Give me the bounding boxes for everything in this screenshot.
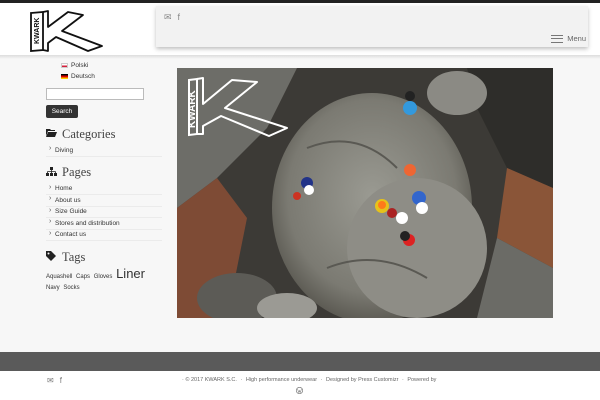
poland-flag-icon xyxy=(61,63,68,68)
sitemap-icon xyxy=(46,166,57,179)
tag-icon xyxy=(46,250,56,264)
hamburger-icon xyxy=(551,34,564,43)
footer-sep: · xyxy=(240,377,243,383)
folder-open-icon xyxy=(46,128,57,140)
hero-logo-text: KWARK xyxy=(187,89,198,128)
footer-social: ✉ f xyxy=(47,376,62,385)
language-polski[interactable]: Polski xyxy=(61,60,162,71)
language-deutsch[interactable]: Deutsch xyxy=(61,71,162,82)
categories-list: Diving xyxy=(46,145,162,157)
category-item-diving[interactable]: Diving xyxy=(46,145,162,157)
menu-label: Menu xyxy=(567,34,586,43)
logo-text: KWARK xyxy=(34,18,41,44)
footer-designed-by[interactable]: Designed by Press Customizr xyxy=(326,377,398,383)
sidebar: Polski Deutsch Search Categories Diving … xyxy=(46,60,162,294)
categories-heading: Categories xyxy=(46,126,162,142)
tag-aquashell[interactable]: Aquashell xyxy=(46,274,72,280)
footer-sep: · xyxy=(401,377,404,383)
tag-gloves[interactable]: Gloves xyxy=(94,274,113,280)
page-item-size-guide[interactable]: Size Guide xyxy=(46,207,162,218)
header-nav-box: ✉ f Menu xyxy=(156,6,588,47)
germany-flag-icon xyxy=(61,74,68,79)
footer-band xyxy=(0,352,600,371)
hero-photo-canyoning: KWARK xyxy=(177,68,553,318)
search-button[interactable]: Search xyxy=(46,105,78,118)
header-shadow xyxy=(0,55,600,59)
pages-list: Home About us Size Guide Stores and dist… xyxy=(46,184,162,241)
tag-navy[interactable]: Navy xyxy=(46,285,60,291)
mail-icon[interactable]: ✉ xyxy=(164,12,172,23)
footer-powered-by: Powered by xyxy=(407,377,437,383)
pages-heading: Pages xyxy=(46,165,162,181)
kwark-logo[interactable]: KWARK xyxy=(28,9,112,53)
language-label: Polski xyxy=(71,62,89,69)
page-item-contact[interactable]: Contact us xyxy=(46,230,162,241)
footer-sep: · xyxy=(182,377,184,383)
facebook-icon[interactable]: f xyxy=(178,12,181,23)
menu-button[interactable]: Menu xyxy=(551,34,586,43)
footer-sep: · xyxy=(320,377,323,383)
header-social: ✉ f xyxy=(164,12,180,23)
tag-caps[interactable]: Caps xyxy=(76,274,90,280)
pages-title: Pages xyxy=(62,165,92,179)
wordpress-icon[interactable] xyxy=(295,386,304,396)
categories-title: Categories xyxy=(62,126,116,141)
tag-liner[interactable]: Liner xyxy=(116,266,145,281)
language-label: Deutsch xyxy=(71,73,95,80)
site-header: KWARK ✉ f Menu xyxy=(0,3,600,55)
page-item-stores[interactable]: Stores and distribution xyxy=(46,218,162,230)
site-footer: ✉ f · © 2017 KWARK S.C. · High performan… xyxy=(0,371,600,400)
facebook-icon[interactable]: f xyxy=(60,376,62,385)
tags-heading: Tags xyxy=(46,249,162,265)
tag-socks[interactable]: Socks xyxy=(63,285,79,291)
tag-cloud: Aquashell Caps Gloves Liner Navy Socks xyxy=(46,266,162,294)
tags-title: Tags xyxy=(62,249,86,264)
search-input[interactable] xyxy=(46,88,144,100)
footer-tagline: High performance underwear xyxy=(245,377,318,383)
footer-copyright[interactable]: © 2017 KWARK S.C. xyxy=(185,377,237,383)
page-item-home[interactable]: Home xyxy=(46,184,162,195)
page-item-about[interactable]: About us xyxy=(46,195,162,207)
footer-credits: · © 2017 KWARK S.C. · High performance u… xyxy=(182,377,436,383)
mail-icon[interactable]: ✉ xyxy=(47,376,54,385)
